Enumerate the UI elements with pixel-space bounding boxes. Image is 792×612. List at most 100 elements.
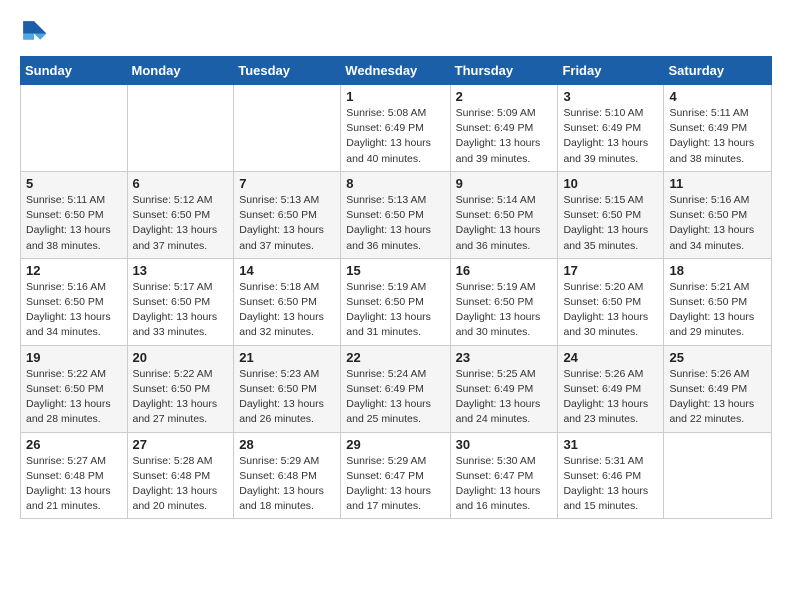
day-detail: Sunrise: 5:28 AM Sunset: 6:48 PM Dayligh… [133, 454, 229, 515]
day-number: 3 [563, 89, 658, 104]
day-detail: Sunrise: 5:11 AM Sunset: 6:49 PM Dayligh… [669, 106, 766, 167]
weekday-header-wednesday: Wednesday [341, 57, 450, 85]
day-number: 7 [239, 176, 335, 191]
day-number: 2 [456, 89, 553, 104]
day-detail: Sunrise: 5:13 AM Sunset: 6:50 PM Dayligh… [239, 193, 335, 254]
day-number: 21 [239, 350, 335, 365]
day-detail: Sunrise: 5:21 AM Sunset: 6:50 PM Dayligh… [669, 280, 766, 341]
day-cell: 17Sunrise: 5:20 AM Sunset: 6:50 PM Dayli… [558, 258, 664, 345]
day-number: 8 [346, 176, 444, 191]
day-cell: 20Sunrise: 5:22 AM Sunset: 6:50 PM Dayli… [127, 345, 234, 432]
day-number: 10 [563, 176, 658, 191]
day-cell: 25 Sunrise: 5:26 AM Sunset: 6:49 PM Dayli… [664, 345, 772, 432]
day-number: 26 [26, 437, 122, 452]
day-number: 23 [456, 350, 553, 365]
day-number: 22 [346, 350, 444, 365]
weekday-header-thursday: Thursday [450, 57, 558, 85]
day-detail: Sunrise: 5:09 AM Sunset: 6:49 PM Dayligh… [456, 106, 553, 167]
day-cell: 15 Sunrise: 5:19 AM Sunset: 6:50 PM Dayli… [341, 258, 450, 345]
day-cell: 8 Sunrise: 5:13 AM Sunset: 6:50 PM Daylig… [341, 171, 450, 258]
day-detail: Sunrise: 5:22 AM Sunset: 6:50 PM Dayligh… [26, 367, 122, 428]
day-number: 4 [669, 89, 766, 104]
day-cell: 6Sunrise: 5:12 AM Sunset: 6:50 PM Daylig… [127, 171, 234, 258]
day-detail: Sunrise: 5:30 AM Sunset: 6:47 PM Dayligh… [456, 454, 553, 515]
day-detail: Sunrise: 5:27 AM Sunset: 6:48 PM Dayligh… [26, 454, 122, 515]
day-detail: Sunrise: 5:26 AM Sunset: 6:49 PM Dayligh… [563, 367, 658, 428]
day-number: 25 [669, 350, 766, 365]
day-detail: Sunrise: 5:19 AM Sunset: 6:50 PM Dayligh… [456, 280, 553, 341]
day-number: 15 [346, 263, 444, 278]
page: SundayMondayTuesdayWednesdayThursdayFrid… [0, 0, 792, 537]
day-cell: 22Sunrise: 5:24 AM Sunset: 6:49 PM Dayli… [341, 345, 450, 432]
weekday-header-friday: Friday [558, 57, 664, 85]
week-row-3: 12 Sunrise: 5:16 AM Sunset: 6:50 PM Dayli… [21, 258, 772, 345]
day-detail: Sunrise: 5:08 AM Sunset: 6:49 PM Dayligh… [346, 106, 444, 167]
day-number: 1 [346, 89, 444, 104]
day-cell: 24 Sunrise: 5:26 AM Sunset: 6:49 PM Dayli… [558, 345, 664, 432]
day-cell [127, 85, 234, 172]
day-cell: 7 Sunrise: 5:13 AM Sunset: 6:50 PM Daylig… [234, 171, 341, 258]
day-number: 27 [133, 437, 229, 452]
day-detail: Sunrise: 5:29 AM Sunset: 6:48 PM Dayligh… [239, 454, 335, 515]
day-number: 28 [239, 437, 335, 452]
day-cell: 26 Sunrise: 5:27 AM Sunset: 6:48 PM Dayli… [21, 432, 128, 519]
week-row-4: 19 Sunrise: 5:22 AM Sunset: 6:50 PM Dayli… [21, 345, 772, 432]
calendar-table: SundayMondayTuesdayWednesdayThursdayFrid… [20, 56, 772, 519]
day-number: 16 [456, 263, 553, 278]
day-detail: Sunrise: 5:16 AM Sunset: 6:50 PM Dayligh… [26, 280, 122, 341]
day-detail: Sunrise: 5:11 AM Sunset: 6:50 PM Dayligh… [26, 193, 122, 254]
day-number: 29 [346, 437, 444, 452]
day-number: 18 [669, 263, 766, 278]
day-cell: 4 Sunrise: 5:11 AM Sunset: 6:49 PM Daylig… [664, 85, 772, 172]
day-number: 24 [563, 350, 658, 365]
day-detail: Sunrise: 5:13 AM Sunset: 6:50 PM Dayligh… [346, 193, 444, 254]
day-detail: Sunrise: 5:19 AM Sunset: 6:50 PM Dayligh… [346, 280, 444, 341]
week-row-1: 1 Sunrise: 5:08 AM Sunset: 6:49 PM Daylig… [21, 85, 772, 172]
day-number: 19 [26, 350, 122, 365]
day-cell: 28 Sunrise: 5:29 AM Sunset: 6:48 PM Dayli… [234, 432, 341, 519]
day-cell: 16 Sunrise: 5:19 AM Sunset: 6:50 PM Dayli… [450, 258, 558, 345]
day-detail: Sunrise: 5:18 AM Sunset: 6:50 PM Dayligh… [239, 280, 335, 341]
day-number: 12 [26, 263, 122, 278]
day-cell [664, 432, 772, 519]
day-detail: Sunrise: 5:31 AM Sunset: 6:46 PM Dayligh… [563, 454, 658, 515]
day-detail: Sunrise: 5:10 AM Sunset: 6:49 PM Dayligh… [563, 106, 658, 167]
weekday-header-row: SundayMondayTuesdayWednesdayThursdayFrid… [21, 57, 772, 85]
day-detail: Sunrise: 5:26 AM Sunset: 6:49 PM Dayligh… [669, 367, 766, 428]
day-cell: 19 Sunrise: 5:22 AM Sunset: 6:50 PM Dayli… [21, 345, 128, 432]
day-cell: 3 Sunrise: 5:10 AM Sunset: 6:49 PM Daylig… [558, 85, 664, 172]
day-cell: 18 Sunrise: 5:21 AM Sunset: 6:50 PM Dayli… [664, 258, 772, 345]
day-number: 5 [26, 176, 122, 191]
day-cell: 29 Sunrise: 5:29 AM Sunset: 6:47 PM Dayli… [341, 432, 450, 519]
day-detail: Sunrise: 5:22 AM Sunset: 6:50 PM Dayligh… [133, 367, 229, 428]
day-number: 31 [563, 437, 658, 452]
day-cell: 14Sunrise: 5:18 AM Sunset: 6:50 PM Dayli… [234, 258, 341, 345]
day-number: 30 [456, 437, 553, 452]
day-number: 9 [456, 176, 553, 191]
logo-icon [20, 18, 48, 46]
day-cell: 30 Sunrise: 5:30 AM Sunset: 6:47 PM Dayli… [450, 432, 558, 519]
day-detail: Sunrise: 5:16 AM Sunset: 6:50 PM Dayligh… [669, 193, 766, 254]
day-cell: 12 Sunrise: 5:16 AM Sunset: 6:50 PM Dayli… [21, 258, 128, 345]
day-number: 17 [563, 263, 658, 278]
day-cell: 2 Sunrise: 5:09 AM Sunset: 6:49 PM Daylig… [450, 85, 558, 172]
day-detail: Sunrise: 5:12 AM Sunset: 6:50 PM Dayligh… [133, 193, 229, 254]
day-number: 11 [669, 176, 766, 191]
day-cell: 31 Sunrise: 5:31 AM Sunset: 6:46 PM Dayli… [558, 432, 664, 519]
day-detail: Sunrise: 5:17 AM Sunset: 6:50 PM Dayligh… [133, 280, 229, 341]
day-detail: Sunrise: 5:15 AM Sunset: 6:50 PM Dayligh… [563, 193, 658, 254]
day-detail: Sunrise: 5:29 AM Sunset: 6:47 PM Dayligh… [346, 454, 444, 515]
day-cell: 9 Sunrise: 5:14 AM Sunset: 6:50 PM Daylig… [450, 171, 558, 258]
day-cell: 11 Sunrise: 5:16 AM Sunset: 6:50 PM Dayli… [664, 171, 772, 258]
weekday-header-saturday: Saturday [664, 57, 772, 85]
day-cell: 21Sunrise: 5:23 AM Sunset: 6:50 PM Dayli… [234, 345, 341, 432]
logo [20, 18, 52, 46]
weekday-header-sunday: Sunday [21, 57, 128, 85]
day-cell: 23 Sunrise: 5:25 AM Sunset: 6:49 PM Dayli… [450, 345, 558, 432]
day-detail: Sunrise: 5:14 AM Sunset: 6:50 PM Dayligh… [456, 193, 553, 254]
day-detail: Sunrise: 5:25 AM Sunset: 6:49 PM Dayligh… [456, 367, 553, 428]
weekday-header-tuesday: Tuesday [234, 57, 341, 85]
week-row-5: 26 Sunrise: 5:27 AM Sunset: 6:48 PM Dayli… [21, 432, 772, 519]
day-cell [234, 85, 341, 172]
day-number: 13 [133, 263, 229, 278]
